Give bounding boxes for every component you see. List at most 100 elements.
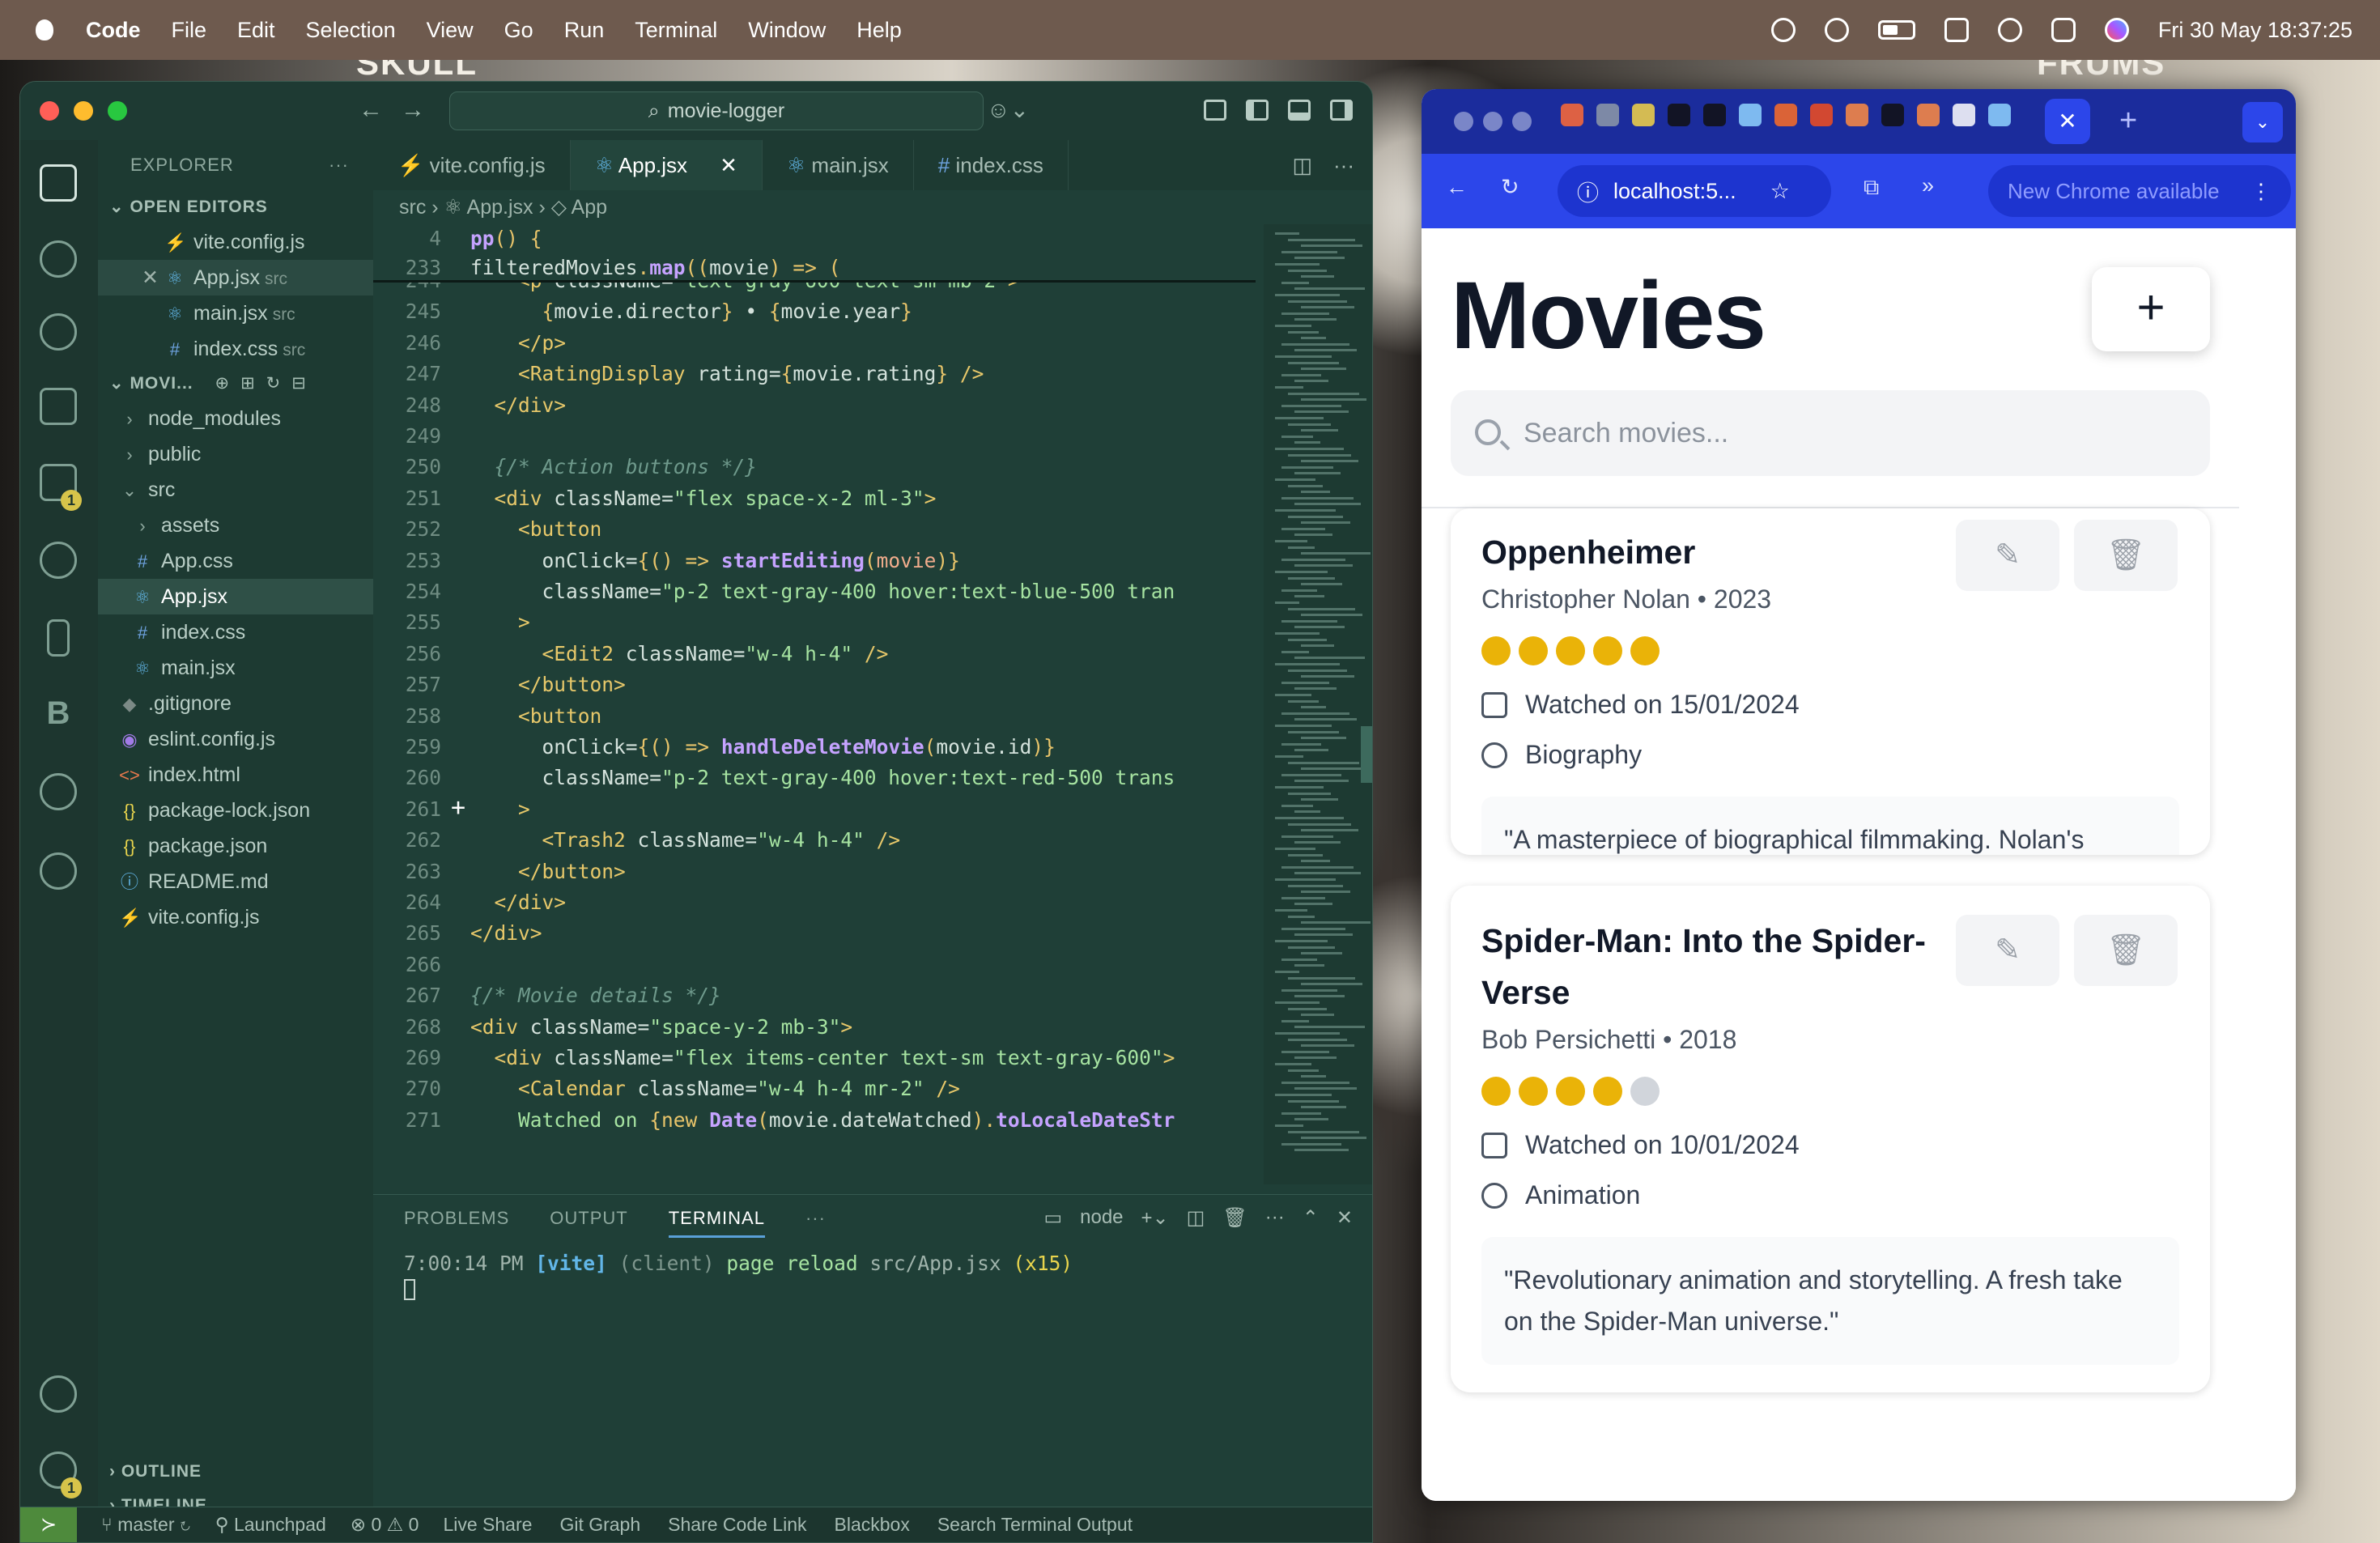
close-panel-icon[interactable]: ✕ — [1337, 1206, 1353, 1230]
tab-favicon-icon[interactable] — [1774, 104, 1797, 126]
file-tree-item[interactable]: ◆ .gitignore — [98, 686, 373, 721]
minimap[interactable] — [1264, 224, 1372, 1184]
tab-favicon-icon[interactable] — [1988, 104, 2011, 126]
file-tree-item[interactable]: ⌄ src — [98, 472, 373, 508]
tab-favicon-icon[interactable] — [1561, 104, 1583, 126]
open-editor-item[interactable]: ✕ ⚛ App.jsx src — [98, 260, 373, 295]
problems-indicator[interactable]: ⊗ 0 ⚠ 0 — [351, 1514, 419, 1536]
git-graph-icon[interactable] — [40, 542, 77, 579]
source-control-icon[interactable] — [40, 313, 77, 351]
editor-tab[interactable]: ⚡ vite.config.js — [373, 140, 571, 190]
tab-favicon-icon[interactable] — [1596, 104, 1619, 126]
blackbox-icon[interactable]: B — [40, 695, 77, 733]
menu-item-view[interactable]: View — [427, 18, 474, 43]
file-tree-item[interactable]: ⚛ App.jsx — [98, 579, 373, 614]
cloud-icon[interactable] — [1770, 18, 1796, 42]
zoom-window-button[interactable] — [108, 101, 127, 121]
more-actions-icon[interactable]: ··· — [329, 140, 349, 190]
toggle-secondary-sidebar-icon[interactable] — [1330, 100, 1353, 121]
open-editors-section[interactable]: ⌄ OPEN EDITORS — [98, 190, 373, 224]
apple-logo-icon[interactable] — [36, 19, 53, 40]
more-actions-icon[interactable]: ··· — [1265, 1206, 1285, 1230]
customize-layout-icon[interactable] — [1204, 100, 1226, 121]
file-tree-item[interactable]: ⚛ main.jsx — [98, 650, 373, 686]
forward-arrow-icon[interactable]: → — [401, 96, 425, 124]
file-tree-item[interactable]: ⚡ vite.config.js — [98, 899, 373, 935]
site-info-icon[interactable]: ⓘ — [1577, 176, 1599, 207]
search-input[interactable]: Search movies... — [1451, 390, 2210, 476]
extensions-puzzle-icon[interactable]: ⧉ — [1864, 175, 1879, 201]
tab-search-button[interactable]: ⌄ — [2242, 102, 2283, 142]
editor-tab[interactable]: ⚛ App.jsx ✕ — [570, 140, 763, 190]
delete-movie-button[interactable]: 🗑 — [2074, 520, 2178, 591]
panel-tab-terminal[interactable]: TERMINAL — [668, 1208, 765, 1238]
search-icon[interactable] — [40, 240, 77, 278]
tab-favicon-icon[interactable] — [1632, 104, 1655, 126]
file-tree-item[interactable]: ⓘ README.md — [98, 864, 373, 899]
menu-item-go[interactable]: Go — [504, 18, 533, 43]
account-icon[interactable] — [40, 1375, 77, 1413]
address-bar[interactable]: ⓘ localhost:5... ☆ — [1558, 165, 1831, 217]
tab-favicon-icon[interactable] — [1668, 104, 1690, 126]
back-arrow-icon[interactable]: ← — [359, 96, 383, 124]
new-terminal-icon[interactable]: +⌄ — [1141, 1206, 1169, 1230]
explorer-actions-icon[interactable]: ⊕⊞↻⊟ — [215, 374, 317, 393]
remote-indicator-icon[interactable]: ≻ — [20, 1507, 77, 1542]
menu-item-run[interactable]: Run — [564, 18, 605, 43]
battery-icon[interactable] — [1877, 20, 1915, 40]
tab-favicon-icon[interactable] — [1953, 104, 1975, 126]
close-window-button[interactable] — [40, 101, 59, 121]
status-item[interactable]: Live Share — [443, 1514, 532, 1536]
editor-tab[interactable]: ⚛ main.jsx — [763, 140, 914, 190]
minimap-slider[interactable] — [1361, 726, 1372, 783]
record-icon[interactable] — [1824, 18, 1849, 42]
menu-item-window[interactable]: Window — [748, 18, 826, 43]
new-tab-button[interactable]: + — [2119, 104, 2137, 138]
breadcrumb-item[interactable]: ◇ App — [551, 196, 607, 219]
split-editor-icon[interactable]: ◫ — [1292, 140, 1312, 190]
more-actions-icon[interactable]: ··· — [1333, 140, 1354, 190]
toggle-sidebar-icon[interactable] — [1246, 100, 1269, 121]
close-icon[interactable]: ✕ — [720, 153, 737, 177]
outline-section[interactable]: › OUTLINE — [98, 1455, 373, 1489]
zoom-window-button[interactable] — [1512, 112, 1532, 131]
file-tree-item[interactable]: # index.css — [98, 614, 373, 650]
command-center-search[interactable]: ⌕ movie-logger — [449, 91, 984, 130]
menubar-clock[interactable]: Fri 30 May 18:37:25 — [2158, 18, 2352, 43]
menu-item-help[interactable]: Help — [856, 18, 902, 43]
explorer-icon[interactable] — [40, 164, 77, 202]
testing-icon[interactable] — [40, 852, 77, 890]
back-arrow-icon[interactable]: ← — [1446, 175, 1468, 200]
status-item[interactable]: Git Graph — [559, 1514, 640, 1536]
status-item[interactable]: Search Terminal Output — [937, 1514, 1133, 1536]
close-window-button[interactable] — [1454, 112, 1473, 131]
active-tab-close-icon[interactable]: ✕ — [2045, 99, 2090, 144]
file-tree-item[interactable]: # App.css — [98, 543, 373, 579]
open-editor-item[interactable]: ⚛ main.jsx src — [98, 295, 373, 331]
tab-favicon-icon[interactable] — [1846, 104, 1868, 126]
file-tree-item[interactable]: › node_modules — [98, 401, 373, 436]
menu-item-file[interactable]: File — [172, 18, 207, 43]
terminal-output[interactable]: 7:00:14 PM [vite] (client) page reload s… — [373, 1242, 1372, 1300]
panel-tab-problems[interactable]: PROBLEMS — [404, 1208, 509, 1229]
update-chrome-button[interactable]: New Chrome available ⋮ — [1988, 165, 2291, 217]
siri-icon[interactable] — [2104, 18, 2129, 42]
reload-icon[interactable]: ↻ — [1501, 175, 1519, 200]
minimize-window-button[interactable] — [74, 101, 93, 121]
kebab-menu-icon[interactable]: ⋮ — [2250, 165, 2272, 217]
file-tree-item[interactable]: ◉ eslint.config.js — [98, 721, 373, 757]
add-movie-button[interactable]: + — [2092, 267, 2210, 351]
menu-item-selection[interactable]: Selection — [306, 18, 396, 43]
close-icon[interactable]: ✕ — [142, 260, 164, 295]
control-center-icon[interactable] — [2051, 18, 2076, 42]
status-item[interactable]: Blackbox — [835, 1514, 910, 1536]
minimize-window-button[interactable] — [1483, 112, 1502, 131]
sticky-scroll-header[interactable]: 4 pp() {233 filteredMovies.map((movie) => … — [373, 224, 1256, 283]
split-terminal-icon[interactable]: ◫ — [1187, 1206, 1205, 1230]
tab-favicon-icon[interactable] — [1703, 104, 1726, 126]
more-tabs-icon[interactable]: ··· — [805, 1208, 826, 1229]
breadcrumb-item[interactable]: ⚛ App.jsx — [444, 196, 533, 219]
delete-movie-button[interactable]: 🗑 — [2074, 915, 2178, 986]
open-editor-item[interactable]: ⚡ vite.config.js — [98, 224, 373, 260]
git-branch[interactable]: ⑂ master ↻ — [101, 1514, 191, 1536]
